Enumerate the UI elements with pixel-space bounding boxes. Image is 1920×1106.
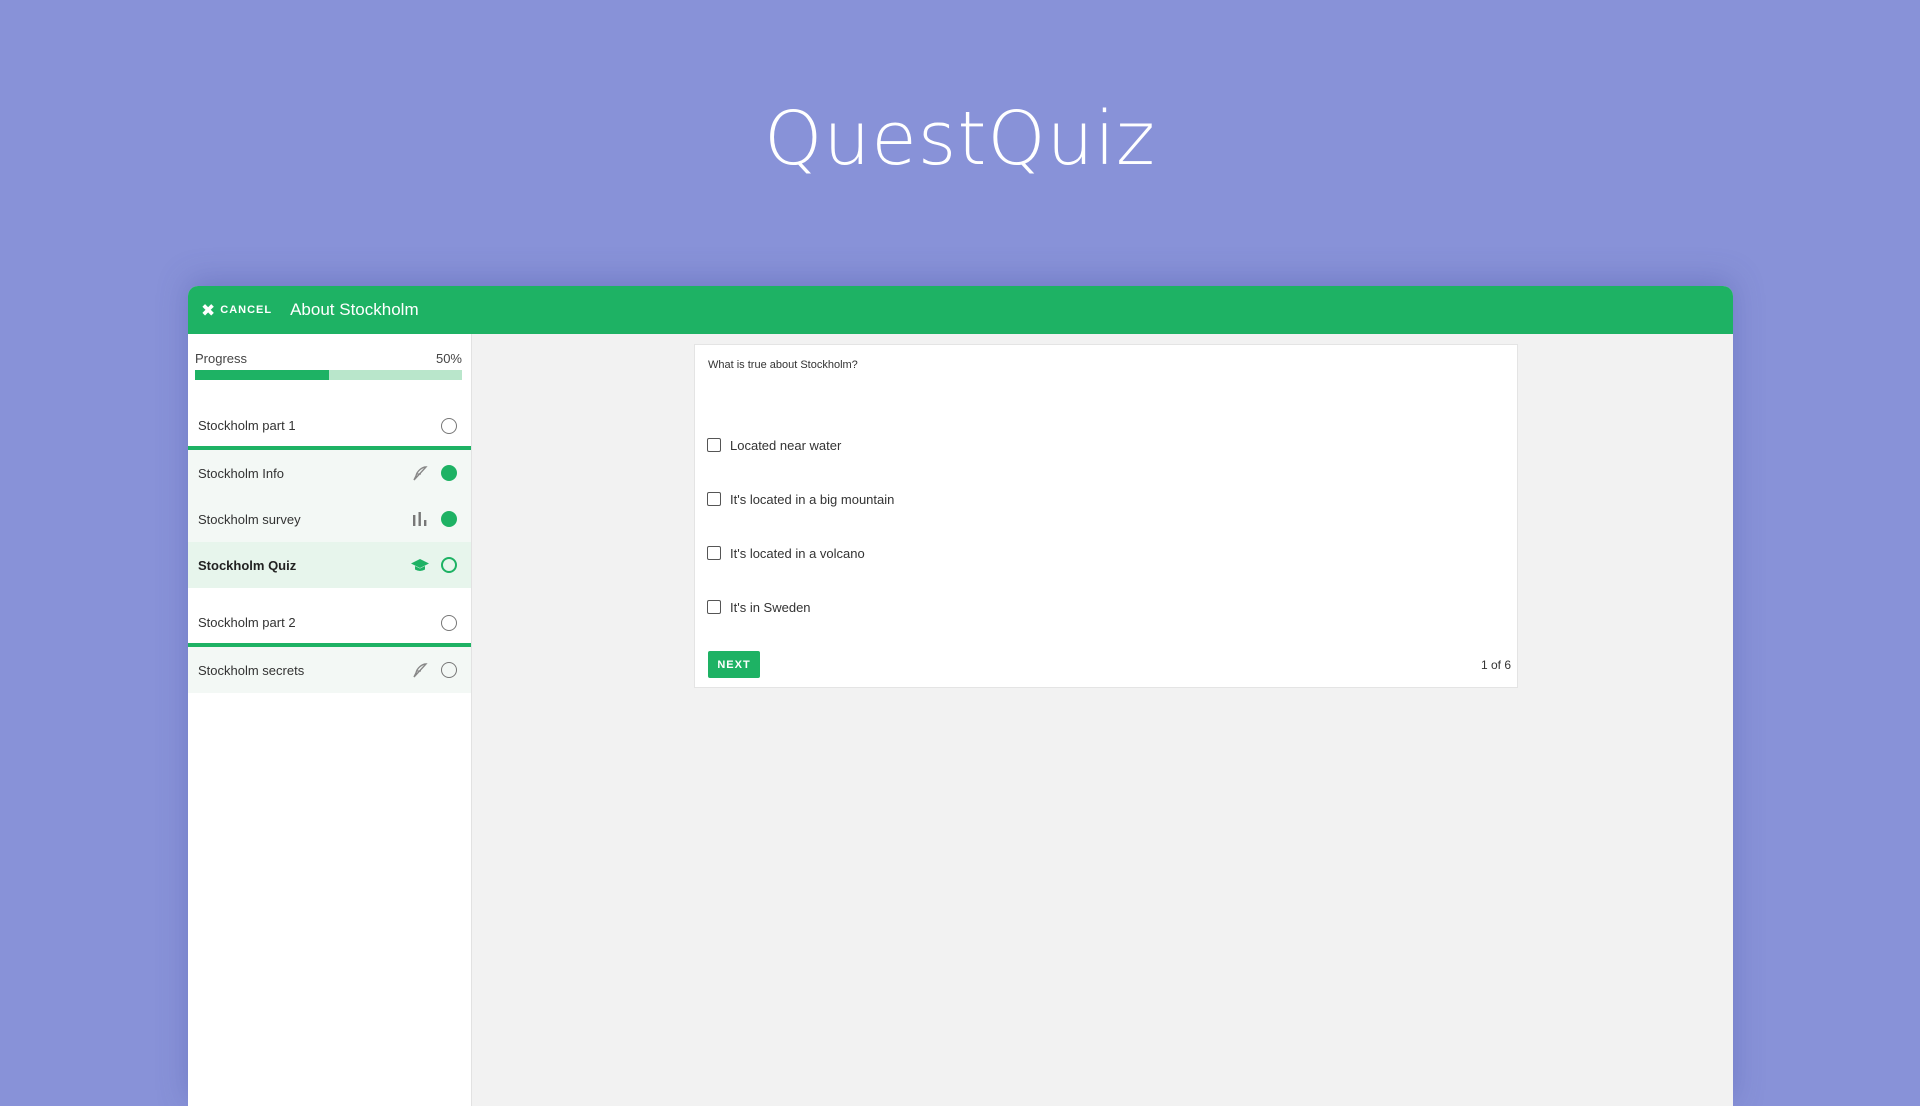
checkbox[interactable] <box>707 492 721 506</box>
answer-option[interactable]: It's located in a big mountain <box>707 489 894 509</box>
app-window: ✖ CANCEL About Stockholm Progress 50% St… <box>188 286 1733 1106</box>
answer-option[interactable]: It's in Sweden <box>707 597 894 617</box>
sidebar-item-label: Stockholm secrets <box>198 662 305 678</box>
progress-bar <box>195 370 462 380</box>
graduation-cap-icon <box>409 554 431 576</box>
answer-label: Located near water <box>730 437 842 453</box>
progress-label: Progress <box>195 351 248 366</box>
cancel-label: CANCEL <box>220 304 273 316</box>
course-title: About Stockholm <box>290 300 419 319</box>
answer-label: It's located in a volcano <box>730 545 865 561</box>
top-bar: ✖ CANCEL About Stockholm <box>188 286 1733 334</box>
checkbox[interactable] <box>707 438 721 452</box>
checkbox[interactable] <box>707 600 721 614</box>
section-title: Stockholm part 1 <box>198 418 296 433</box>
progress-block: Progress 50% <box>188 334 471 380</box>
progress-percent: 50% <box>435 351 462 366</box>
sidebar-item-stockholm-info[interactable]: Stockholm Info <box>188 450 471 496</box>
answer-option[interactable]: Located near water <box>707 435 894 455</box>
progress-fill <box>195 370 329 380</box>
answer-label: It's located in a big mountain <box>730 491 895 507</box>
answer-label: It's in Sweden <box>730 599 811 615</box>
bar-chart-icon <box>409 508 431 530</box>
feather-icon <box>409 462 431 484</box>
sidebar-item-stockholm-secrets[interactable]: Stockholm secrets <box>188 647 471 693</box>
status-empty-icon <box>441 662 457 678</box>
sidebar-item-stockholm-quiz[interactable]: Stockholm Quiz <box>188 542 471 588</box>
question-text: What is true about Stockholm? <box>708 359 858 371</box>
hero-title: QuestQuiz <box>764 96 1156 182</box>
status-done-icon <box>441 465 457 481</box>
sidebar-item-label: Stockholm survey <box>198 511 301 527</box>
status-done-icon <box>441 511 457 527</box>
quiz-card: What is true about Stockholm? Located ne… <box>694 344 1518 688</box>
sidebar-item-stockholm-survey[interactable]: Stockholm survey <box>188 496 471 542</box>
section-part-2[interactable]: Stockholm part 2 <box>188 602 471 647</box>
next-button[interactable]: NEXT <box>708 651 760 678</box>
feather-icon <box>409 659 431 681</box>
answer-list: Located near water It's located in a big… <box>707 435 894 651</box>
section-title: Stockholm part 2 <box>198 615 296 630</box>
sidebar-item-label: Stockholm Quiz <box>198 557 297 573</box>
status-pending-icon <box>441 557 457 573</box>
sidebar-item-label: Stockholm Info <box>198 465 284 481</box>
status-empty-icon <box>441 417 457 434</box>
page-counter: 1 of 6 <box>1480 658 1511 672</box>
sidebar: Progress 50% Stockholm part 1 Stockholm … <box>188 334 472 1106</box>
section-part-1[interactable]: Stockholm part 1 <box>188 405 471 450</box>
close-icon: ✖ <box>201 300 217 320</box>
checkbox[interactable] <box>707 546 721 560</box>
status-empty-icon <box>441 614 457 631</box>
answer-option[interactable]: It's located in a volcano <box>707 543 894 563</box>
cancel-button[interactable]: ✖ CANCEL <box>201 302 272 319</box>
